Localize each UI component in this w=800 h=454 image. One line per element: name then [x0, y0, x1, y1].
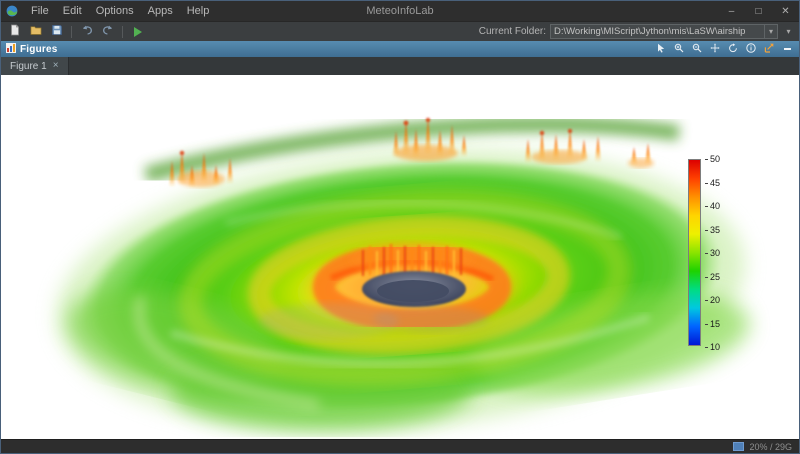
tab-label: Figure 1 — [10, 60, 47, 72]
menu-bar: File Edit Options Apps Help — [24, 1, 216, 21]
redo-button[interactable] — [98, 23, 117, 40]
current-folder-value: D:\Working\MIScript\Jython\mis\LaSW\airs… — [554, 26, 746, 37]
toolbar-separator — [71, 25, 72, 38]
menu-edit[interactable]: Edit — [56, 1, 89, 21]
pan-move-icon — [710, 42, 720, 56]
colorbar-tick: 30 — [705, 249, 720, 258]
combo-dropdown-icon[interactable]: ▾ — [764, 25, 777, 38]
tab-close-icon[interactable]: × — [53, 61, 59, 71]
undo-button[interactable] — [77, 23, 96, 40]
run-play-icon — [133, 26, 142, 37]
colorbar-gradient — [689, 160, 700, 345]
typhoon-volume-render — [57, 116, 750, 431]
float-panel-button[interactable] — [762, 43, 776, 56]
new-script-button[interactable] — [5, 23, 24, 40]
info-icon — [746, 42, 756, 56]
run-script-button[interactable] — [128, 23, 147, 40]
figures-panel-title: Figures — [20, 43, 58, 55]
status-bar: 20% / 29G — [1, 439, 799, 453]
main-toolbar: Current Folder: D:\Working\MIScript\Jyth… — [1, 21, 799, 41]
title-bar: File Edit Options Apps Help MeteoInfoLab… — [1, 1, 799, 21]
window-controls: – □ ✕ — [718, 1, 799, 21]
folder-history-dropdown-icon[interactable]: ▾ — [782, 24, 795, 39]
zoom-out-icon — [692, 43, 702, 56]
menu-file[interactable]: File — [24, 1, 56, 21]
menu-options[interactable]: Options — [89, 1, 141, 21]
colorbar-tick: 40 — [705, 202, 720, 211]
current-folder-label: Current Folder: — [478, 26, 546, 37]
info-button[interactable] — [744, 42, 758, 56]
rotate-icon — [728, 42, 738, 56]
zoom-out-button[interactable] — [690, 43, 704, 56]
current-folder-zone: Current Folder: D:\Working\MIScript\Jyth… — [479, 24, 795, 39]
select-tool-button[interactable] — [654, 43, 668, 56]
figure-tools — [654, 42, 794, 56]
current-folder-combobox[interactable]: D:\Working\MIScript\Jython\mis\LaSW\airs… — [550, 24, 778, 39]
rotate-button[interactable] — [726, 42, 740, 56]
colorbar-tick: 50 — [705, 155, 720, 164]
pan-button[interactable] — [708, 42, 722, 56]
maximize-button[interactable]: □ — [745, 1, 772, 21]
app-window: File Edit Options Apps Help MeteoInfoLab… — [0, 0, 800, 454]
colorbar-tick: 25 — [705, 272, 720, 282]
undo-icon — [81, 23, 93, 41]
tab-figure-1[interactable]: Figure 1 × — [1, 57, 69, 75]
minimize-panel-icon — [783, 48, 791, 50]
zoom-in-button[interactable] — [672, 43, 686, 56]
memory-indicator[interactable] — [733, 442, 745, 451]
zoom-in-icon — [674, 43, 684, 56]
colorbar-ticks: 50 45 40 35 30 25 20 15 10 — [705, 155, 720, 352]
memory-usage-text: 20% / 29G — [749, 441, 792, 452]
minimize-button[interactable]: – — [718, 1, 745, 21]
figure-tab-bar: Figure 1 × — [1, 57, 799, 75]
colorbar: 50 45 40 35 30 25 20 15 10 — [688, 155, 720, 352]
minimize-panel-button[interactable] — [780, 43, 794, 56]
colorbar-tick: 20 — [705, 296, 720, 305]
colorbar-tick: 10 — [705, 343, 720, 352]
menu-help[interactable]: Help — [180, 1, 217, 21]
figures-panel-icon — [6, 42, 16, 56]
toolbar-separator — [122, 25, 123, 38]
figure-canvas[interactable]: 50 45 40 35 30 25 20 15 10 — [1, 75, 799, 439]
save-floppy-icon — [51, 23, 63, 41]
float-window-icon — [764, 43, 774, 56]
open-file-button[interactable] — [26, 23, 45, 40]
open-folder-icon — [30, 23, 42, 41]
colorbar-tick: 15 — [705, 319, 720, 329]
colorbar-tick: 35 — [705, 225, 720, 235]
save-button[interactable] — [47, 23, 66, 40]
figures-panel-header: Figures — [1, 41, 799, 57]
colorbar-tick: 45 — [705, 178, 720, 188]
redo-icon — [102, 23, 114, 41]
new-file-icon — [9, 23, 21, 41]
menu-apps[interactable]: Apps — [141, 1, 180, 21]
close-button[interactable]: ✕ — [772, 1, 799, 21]
cursor-arrow-icon — [656, 43, 666, 56]
